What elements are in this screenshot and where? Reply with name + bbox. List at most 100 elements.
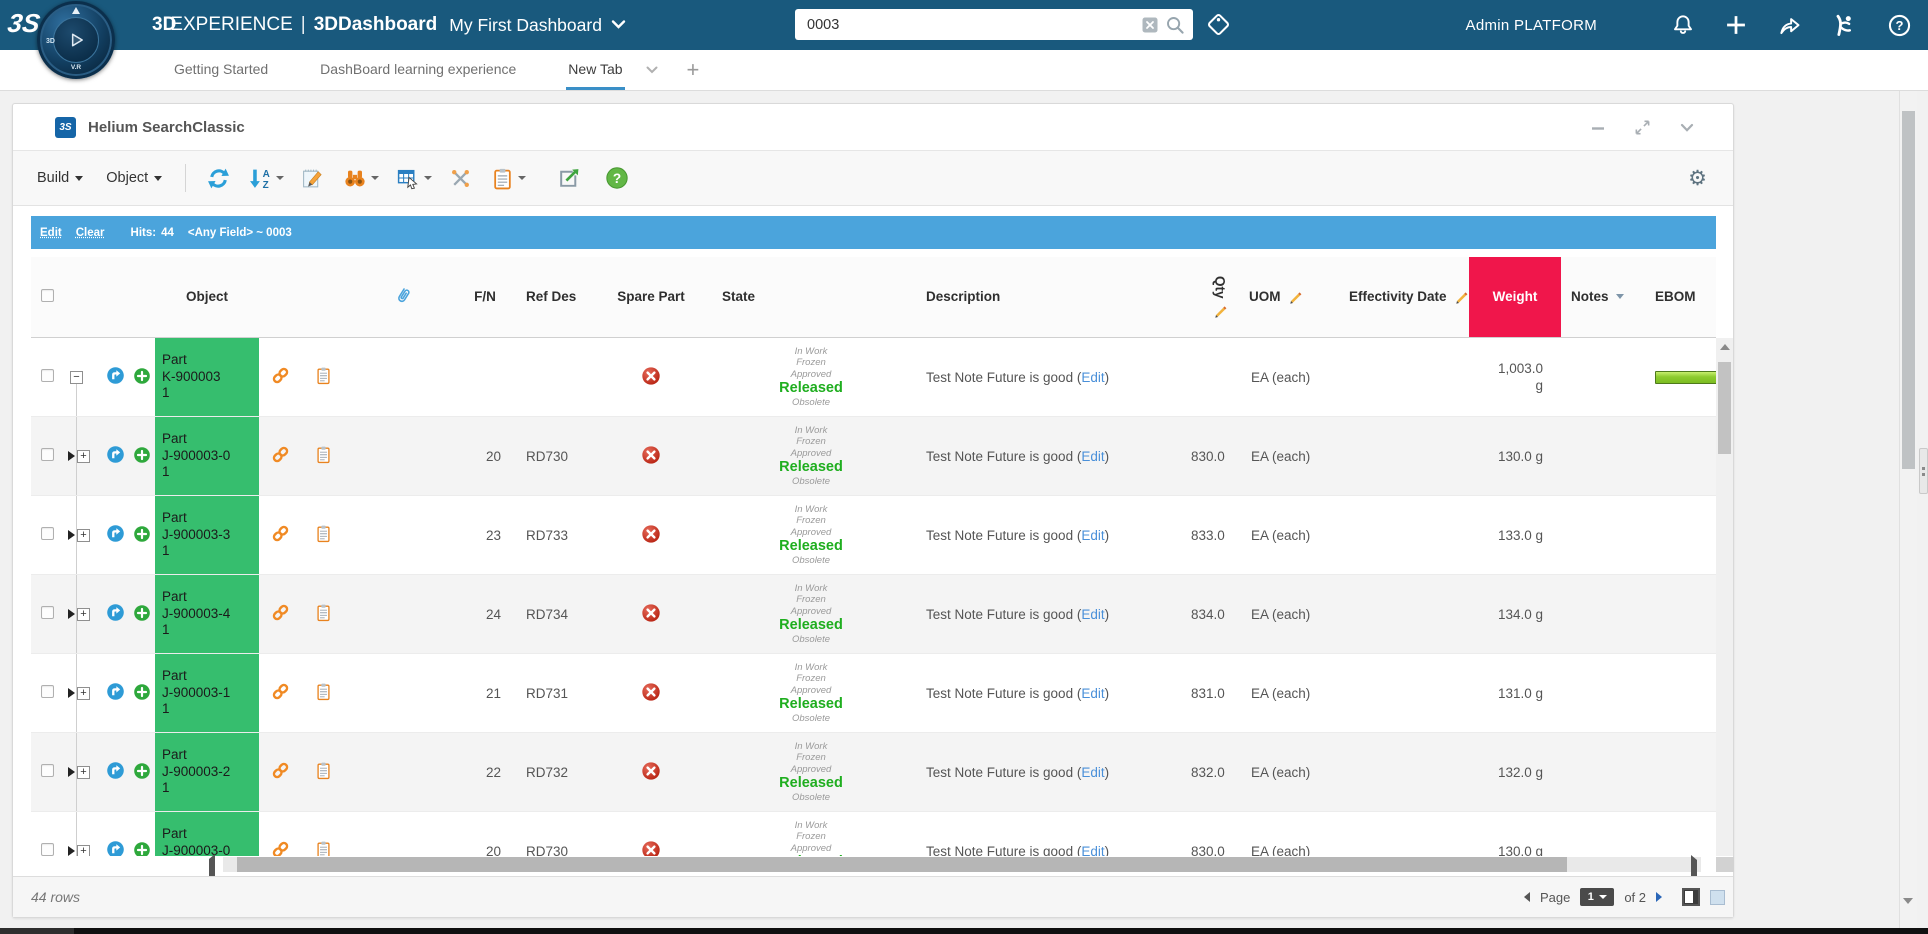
object-name-cell[interactable]: Part J-900003-3 1 [155, 496, 259, 574]
find-options-chevron-icon[interactable] [371, 176, 379, 180]
view-toggle-alt[interactable] [1710, 890, 1725, 905]
notes-filter-chevron-icon[interactable] [1616, 294, 1624, 299]
search-icon[interactable] [1165, 15, 1185, 35]
spare-part-no-icon[interactable] [642, 604, 660, 622]
open-link-icon[interactable] [271, 840, 290, 856]
column-header-ebom[interactable]: EBOM [1649, 257, 1716, 337]
page-scrollbar[interactable] [1899, 91, 1917, 928]
settings-gear-icon[interactable]: ⚙ [1688, 166, 1707, 191]
column-header-effectivity-date[interactable]: Effectivity Date [1341, 257, 1469, 337]
expand-plus-icon[interactable] [77, 687, 90, 700]
open-link-icon[interactable] [271, 445, 290, 464]
spare-part-no-icon[interactable] [642, 446, 660, 464]
open-link-icon[interactable] [271, 366, 290, 385]
next-page-button[interactable] [1656, 892, 1662, 902]
expand-triangle-icon[interactable] [68, 451, 75, 461]
row-checkbox[interactable] [41, 527, 54, 540]
expand-triangle-icon[interactable] [68, 846, 75, 856]
row-checkbox[interactable] [41, 685, 54, 698]
clipboard-icon[interactable] [315, 761, 332, 780]
sort-options-chevron-icon[interactable] [276, 176, 284, 180]
collapse-minus-icon[interactable] [70, 371, 83, 384]
column-header-qty[interactable]: Qty [1191, 257, 1249, 337]
expand-triangle-icon[interactable] [68, 767, 75, 777]
table-horizontal-scrollbar[interactable] [31, 856, 1716, 873]
navigate-icon[interactable] [107, 525, 124, 542]
uom-edit-pencil-icon[interactable] [1288, 290, 1302, 304]
spare-part-no-icon[interactable] [642, 762, 660, 780]
maximize-widget-button[interactable] [1634, 119, 1651, 136]
edit-description-link[interactable]: Edit [1081, 449, 1104, 464]
filter-edit-link[interactable]: Edit [40, 227, 62, 239]
column-header-object[interactable]: Object [155, 257, 259, 337]
disconnect-button[interactable] [447, 165, 474, 192]
page-select[interactable]: 1 [1580, 888, 1614, 906]
spare-part-no-icon[interactable] [642, 683, 660, 701]
find-in-table-button[interactable] [341, 165, 369, 192]
row-checkbox[interactable] [41, 369, 54, 382]
add-child-icon[interactable] [134, 684, 150, 700]
navigate-icon[interactable] [107, 841, 124, 856]
row-checkbox[interactable] [41, 448, 54, 461]
minimize-widget-button[interactable] [1590, 120, 1606, 136]
expand-plus-icon[interactable] [77, 450, 90, 463]
view-toggle-selected[interactable] [1682, 888, 1700, 906]
navigate-icon[interactable] [107, 446, 124, 463]
collapse-widget-chevron-icon[interactable] [1679, 122, 1695, 134]
add-child-icon[interactable] [134, 763, 150, 779]
compass-button[interactable]: 3D V.R [37, 1, 115, 79]
object-menu-button[interactable]: Object [102, 166, 166, 190]
clipboard-icon[interactable] [315, 682, 332, 701]
navigate-icon[interactable] [107, 604, 124, 621]
side-panel-grip[interactable] [1919, 448, 1928, 494]
add-child-icon[interactable] [134, 368, 150, 384]
scroll-left-arrow[interactable] [209, 859, 215, 877]
page-scrollbar-thumb[interactable] [1902, 111, 1915, 469]
clipboard-icon[interactable] [315, 366, 332, 385]
build-menu-button[interactable]: Build [33, 166, 87, 190]
column-header-state[interactable]: State [716, 257, 906, 337]
open-link-icon[interactable] [271, 524, 290, 543]
open-link-icon[interactable] [271, 603, 290, 622]
edit-mode-button[interactable] [299, 165, 326, 192]
page-scroll-down-arrow[interactable] [1903, 904, 1913, 922]
object-name-cell[interactable]: Part J-900003-4 1 [155, 575, 259, 653]
dashboard-menu-chevron-icon[interactable] [610, 19, 627, 31]
edit-description-link[interactable]: Edit [1081, 686, 1104, 701]
search-clear-button[interactable] [1142, 17, 1158, 33]
add-child-icon[interactable] [134, 526, 150, 542]
select-all-checkbox[interactable] [41, 289, 54, 302]
tab-dashboard-learning-experience[interactable]: DashBoard learning experience [318, 50, 518, 90]
column-header-uom[interactable]: UOM [1249, 257, 1341, 337]
row-checkbox[interactable] [41, 606, 54, 619]
navigate-icon[interactable] [107, 367, 124, 384]
object-name-cell[interactable]: Part J-900003-2 1 [155, 733, 259, 811]
navigate-icon[interactable] [107, 762, 124, 779]
navigate-icon[interactable] [107, 683, 124, 700]
tab-options-chevron-icon[interactable] [645, 50, 659, 90]
edit-description-link[interactable]: Edit [1081, 370, 1104, 385]
add-child-icon[interactable] [134, 842, 150, 857]
dashboard-title[interactable]: My First Dashboard [449, 15, 602, 36]
table-vertical-scrollbar[interactable] [1716, 338, 1733, 856]
global-search-input[interactable] [795, 17, 1142, 33]
tab-getting-started[interactable]: Getting Started [172, 50, 270, 90]
add-content-button[interactable] [1725, 14, 1747, 36]
help-button[interactable]: ? [603, 164, 631, 192]
spare-part-no-icon[interactable] [642, 841, 660, 857]
open-link-icon[interactable] [271, 761, 290, 780]
help-icon[interactable]: ? [1887, 13, 1912, 38]
add-child-icon[interactable] [134, 447, 150, 463]
add-child-icon[interactable] [134, 605, 150, 621]
column-header-spare-part[interactable]: Spare Part [586, 257, 716, 337]
column-header-description[interactable]: Description [906, 257, 1191, 337]
expand-plus-icon[interactable] [77, 766, 90, 779]
expand-plus-icon[interactable] [77, 529, 90, 542]
export-button[interactable] [555, 165, 582, 192]
edit-description-link[interactable]: Edit [1081, 528, 1104, 543]
attachment-column-paperclip-icon[interactable] [346, 257, 461, 337]
expand-plus-icon[interactable] [77, 608, 90, 621]
scroll-up-arrow[interactable] [1716, 340, 1733, 354]
clipboard-icon[interactable] [315, 603, 332, 622]
tag-icon[interactable] [1206, 12, 1231, 37]
